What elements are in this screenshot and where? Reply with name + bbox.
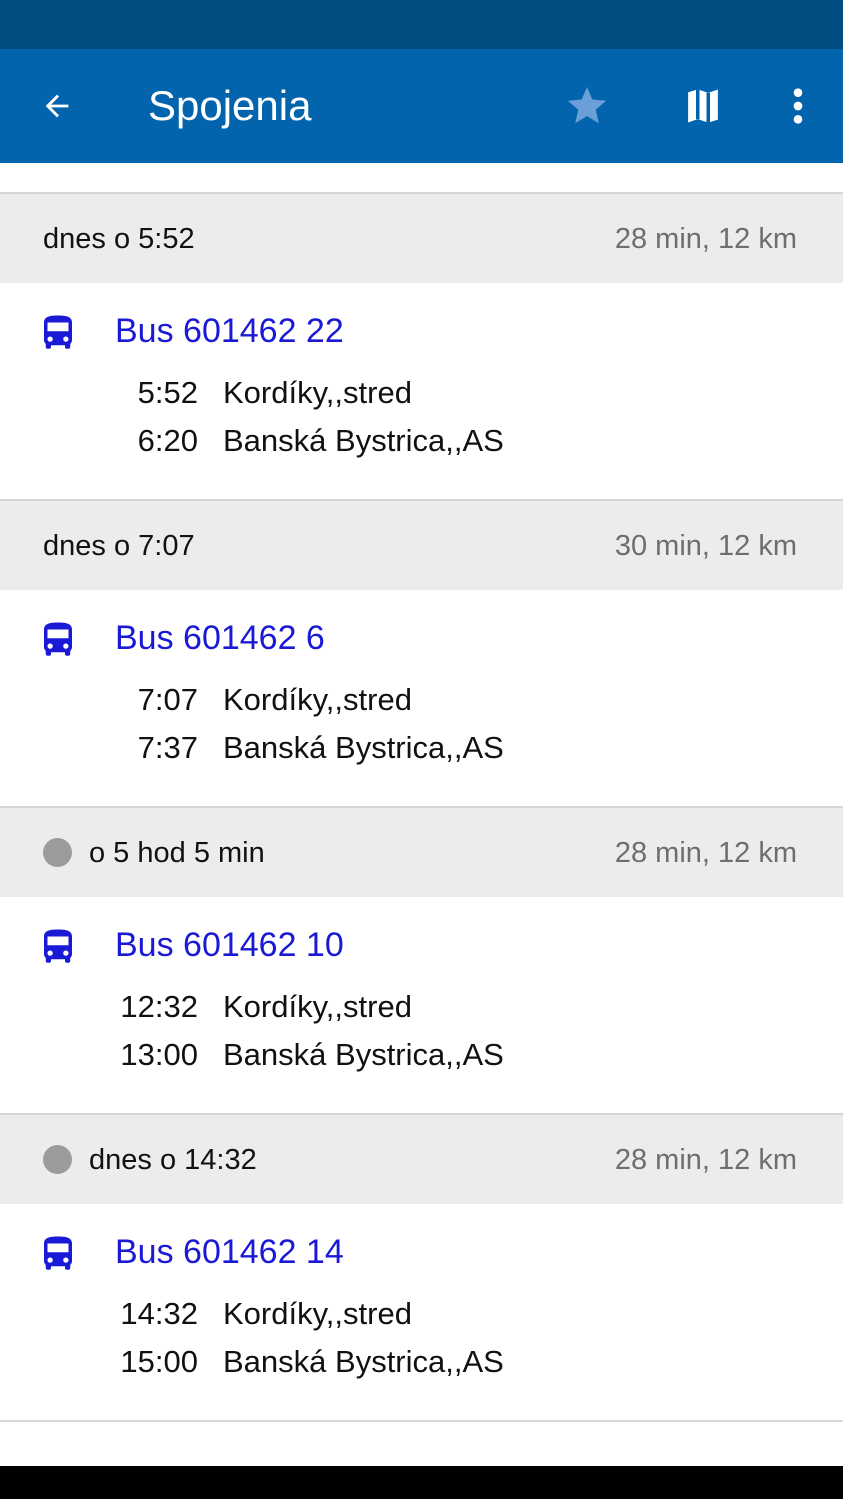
bus-line-link[interactable]: Bus 601462 6 bbox=[115, 618, 325, 658]
map-icon bbox=[688, 89, 718, 123]
arrival-stop: Banská Bystrica,,AS bbox=[223, 1344, 504, 1379]
star-icon bbox=[567, 86, 607, 124]
bus-line-link[interactable]: Bus 601462 22 bbox=[115, 311, 344, 351]
trip-details[interactable]: Bus 601462 6 7:07 Kordíky,,stred 7:37 Banská… bbox=[0, 590, 843, 806]
page-title: Spojenia bbox=[148, 82, 312, 129]
connection-item[interactable]: dnes o 5:52 28 min, 12 km Bus 601462 22 5:5… bbox=[0, 192, 843, 499]
connection-header: dnes o 7:07 30 min, 12 km bbox=[0, 499, 843, 590]
arrival-time: 6:20 bbox=[137, 423, 198, 458]
duration-distance: 28 min, 12 km bbox=[614, 837, 797, 869]
arrival-stop: Banská Bystrica,,AS bbox=[223, 1037, 504, 1072]
departure-when: o 5 hod 5 min bbox=[89, 837, 265, 869]
system-navigation-bar bbox=[0, 1466, 843, 1499]
departure-stop: Kordíky,,stred bbox=[223, 989, 412, 1024]
bus-icon bbox=[37, 619, 79, 661]
departure-when: dnes o 14:32 bbox=[89, 1144, 257, 1176]
duration-distance: 28 min, 12 km bbox=[614, 223, 797, 255]
departure-time: 12:32 bbox=[120, 989, 198, 1024]
bus-icon bbox=[37, 312, 79, 354]
connection-item[interactable]: dnes o 7:07 30 min, 12 km Bus 601462 6 7:07… bbox=[0, 499, 843, 806]
departure-row: 12:32 Kordíky,,stred bbox=[0, 987, 843, 1027]
departure-time: 14:32 bbox=[120, 1296, 198, 1331]
duration-distance: 30 min, 12 km bbox=[614, 530, 797, 562]
arrival-row: 6:20 Banská Bystrica,,AS bbox=[0, 421, 843, 461]
departure-when: dnes o 5:52 bbox=[43, 223, 195, 255]
map-button[interactable] bbox=[678, 82, 728, 130]
back-button[interactable] bbox=[32, 82, 82, 130]
bus-line-link[interactable]: Bus 601462 10 bbox=[115, 925, 344, 965]
departure-time: 7:07 bbox=[137, 682, 198, 717]
bus-icon bbox=[37, 926, 79, 968]
departure-row: 14:32 Kordíky,,stred bbox=[0, 1294, 843, 1334]
bus-icon bbox=[37, 1233, 79, 1275]
arrival-row: 7:37 Banská Bystrica,,AS bbox=[0, 728, 843, 768]
connection-item[interactable]: dnes o 14:32 28 min, 12 km Bus 601462 14 14… bbox=[0, 1113, 843, 1420]
departure-stop: Kordíky,,stred bbox=[223, 1296, 412, 1331]
arrival-row: 15:00 Banská Bystrica,,AS bbox=[0, 1342, 843, 1382]
status-bar bbox=[0, 0, 843, 49]
arrival-time: 15:00 bbox=[120, 1344, 198, 1379]
departure-time: 5:52 bbox=[137, 375, 198, 410]
departure-row: 5:52 Kordíky,,stred bbox=[0, 373, 843, 413]
trip-details[interactable]: Bus 601462 10 12:32 Kordíky,,stred 13:00 Ban… bbox=[0, 897, 843, 1113]
trip-details[interactable]: Bus 601462 14 14:32 Kordíky,,stred 15:00 Ban… bbox=[0, 1204, 843, 1420]
arrival-time: 13:00 bbox=[120, 1037, 198, 1072]
arrival-stop: Banská Bystrica,,AS bbox=[223, 730, 504, 765]
departure-when: dnes o 7:07 bbox=[43, 530, 195, 562]
departure-stop: Kordíky,,stred bbox=[223, 682, 412, 717]
connection-header: dnes o 5:52 28 min, 12 km bbox=[0, 192, 843, 283]
connection-item[interactable]: o 5 hod 5 min 28 min, 12 km Bus 601462 10 1… bbox=[0, 806, 843, 1113]
arrival-stop: Banská Bystrica,,AS bbox=[223, 423, 504, 458]
app-bar: Spojenia bbox=[0, 49, 843, 163]
departure-row: 7:07 Kordíky,,stred bbox=[0, 680, 843, 720]
bus-line-link[interactable]: Bus 601462 14 bbox=[115, 1232, 344, 1272]
connection-header: dnes o 14:32 28 min, 12 km bbox=[0, 1113, 843, 1204]
status-dot-icon bbox=[43, 838, 72, 867]
more-options-button[interactable] bbox=[774, 82, 822, 130]
favorite-button[interactable] bbox=[562, 82, 612, 130]
connections-list: dnes o 5:52 28 min, 12 km Bus 601462 22 5:5… bbox=[0, 192, 843, 1422]
arrow-left-icon bbox=[45, 94, 69, 118]
more-vert-icon bbox=[793, 88, 803, 124]
arrival-time: 7:37 bbox=[137, 730, 198, 765]
list-divider bbox=[0, 1420, 843, 1422]
connection-header: o 5 hod 5 min 28 min, 12 km bbox=[0, 806, 843, 897]
departure-stop: Kordíky,,stred bbox=[223, 375, 412, 410]
duration-distance: 28 min, 12 km bbox=[614, 1144, 797, 1176]
trip-details[interactable]: Bus 601462 22 5:52 Kordíky,,stred 6:20 Bansk… bbox=[0, 283, 843, 499]
status-dot-icon bbox=[43, 1145, 72, 1174]
arrival-row: 13:00 Banská Bystrica,,AS bbox=[0, 1035, 843, 1075]
